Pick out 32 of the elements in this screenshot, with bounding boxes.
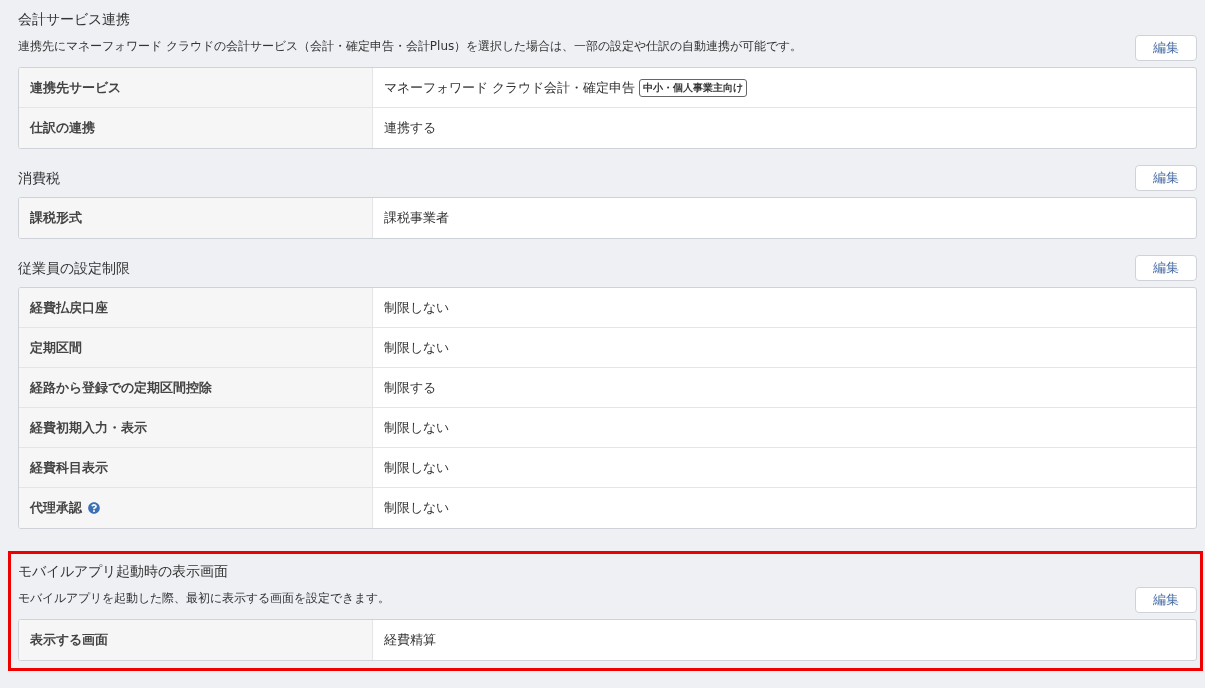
row-label: 表示する画面 <box>30 631 108 650</box>
help-icon[interactable] <box>88 502 100 514</box>
row-label: 課税形式 <box>30 209 82 228</box>
row-value: 制限する <box>384 378 436 397</box>
row-value: 連携する <box>384 119 436 138</box>
row-value: マネーフォワード クラウド会計・確定申告 <box>384 78 636 97</box>
section-description: モバイルアプリを起動した際、最初に表示する画面を設定できます。 <box>18 590 390 607</box>
section-title: 消費税 <box>18 168 60 188</box>
row-value: 制限しない <box>384 458 449 477</box>
row-label: 経費払戻口座 <box>30 298 108 317</box>
row-label: 経費初期入力・表示 <box>30 418 147 437</box>
section-title: 従業員の設定制限 <box>18 258 130 278</box>
edit-button[interactable]: 編集 <box>1135 255 1197 281</box>
edit-button[interactable]: 編集 <box>1135 35 1197 61</box>
section-title: 会計サービス連携 <box>18 9 130 29</box>
section-title: モバイルアプリ起動時の表示画面 <box>18 561 228 581</box>
category-badge: 中小・個人事業主向け <box>639 78 748 97</box>
row-value: 経費精算 <box>384 631 436 650</box>
row-label: 経費科目表示 <box>30 458 108 477</box>
row-label: 仕訳の連携 <box>30 119 95 138</box>
row-label: 連携先サービス <box>30 78 121 97</box>
row-label: 経路から登録での定期区間控除 <box>30 378 212 397</box>
row-value: 制限しない <box>384 499 449 518</box>
row-value: 制限しない <box>384 338 449 357</box>
row-value: 課税事業者 <box>384 209 449 228</box>
section-description: 連携先にマネーフォワード クラウドの会計サービス（会計・確定申告・会計Plus）を選択した場合は、一部の設定や仕訳の自動連携が可能です。 <box>18 38 803 55</box>
row-label: 定期区間 <box>30 338 82 357</box>
edit-button[interactable]: 編集 <box>1135 587 1197 613</box>
edit-button[interactable]: 編集 <box>1135 165 1197 191</box>
row-value: 制限しない <box>384 298 449 317</box>
row-value: 制限しない <box>384 418 449 437</box>
row-label: 代理承認 <box>30 499 82 518</box>
